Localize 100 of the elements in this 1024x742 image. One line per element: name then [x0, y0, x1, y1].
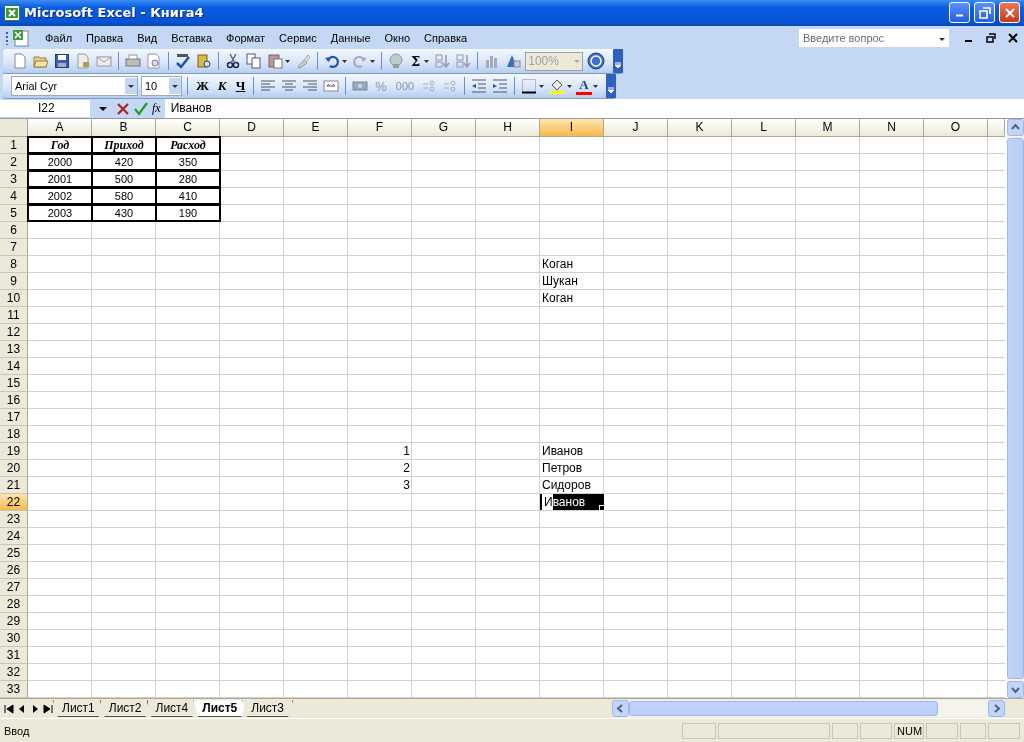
menu-item[interactable]: Данные	[323, 29, 378, 46]
row-header[interactable]: 11	[0, 307, 28, 325]
row-header[interactable]: 27	[0, 579, 28, 597]
active-cell[interactable]: Иванов	[540, 494, 604, 511]
row-header[interactable]: 30	[0, 630, 28, 648]
column-header[interactable]: G	[412, 119, 476, 138]
row-header[interactable]: 22	[0, 494, 28, 512]
row-header[interactable]: 17	[0, 409, 28, 427]
row-header[interactable]: 4	[0, 188, 28, 206]
row-header[interactable]: 6	[0, 222, 28, 240]
menu-item[interactable]: Правка	[79, 29, 131, 46]
sheet-tab[interactable]: Лист4	[146, 700, 198, 718]
paste-icon[interactable]	[267, 53, 283, 70]
scroll-up-icon[interactable]	[1007, 119, 1024, 137]
column-header[interactable]: D	[220, 119, 284, 138]
outdent-icon[interactable]	[471, 78, 488, 95]
sheet-tab[interactable]: Лист1	[53, 700, 104, 718]
check-icon[interactable]	[134, 101, 148, 116]
horizontal-scrollbar[interactable]	[612, 700, 1005, 718]
row-header[interactable]: 7	[0, 239, 28, 257]
first-sheet-icon[interactable]	[3, 702, 15, 715]
scroll-left-icon[interactable]	[612, 700, 629, 718]
indent-icon[interactable]	[492, 78, 509, 95]
save-icon[interactable]	[54, 53, 70, 70]
row-header[interactable]: 23	[0, 511, 28, 529]
column-header[interactable]: C	[156, 119, 220, 138]
menu-item[interactable]: Вид	[130, 29, 165, 46]
row-header[interactable]: 15	[0, 375, 28, 393]
row-header[interactable]: 8	[0, 256, 28, 274]
folder-icon[interactable]	[33, 53, 49, 70]
row-header[interactable]: 18	[0, 426, 28, 444]
drag-handle-icon[interactable]	[6, 29, 9, 46]
toolbar-options-icon[interactable]	[605, 74, 616, 99]
undo-icon[interactable]	[324, 53, 340, 70]
close-icon[interactable]	[1008, 32, 1018, 43]
bold-button[interactable]: Ж	[193, 78, 212, 95]
borders-icon[interactable]	[521, 78, 538, 95]
row-header[interactable]: 5	[0, 205, 28, 223]
column-header[interactable]: J	[604, 119, 668, 138]
row-header[interactable]: 10	[0, 290, 28, 308]
drawing-tools-icon[interactable]	[505, 53, 522, 70]
print-preview-icon[interactable]	[146, 53, 162, 70]
sheet-tab[interactable]: Лист3	[242, 700, 294, 718]
restore-icon[interactable]	[986, 32, 996, 43]
font-size-dropdown[interactable]: 10	[141, 76, 182, 97]
cancel-icon[interactable]	[116, 101, 130, 116]
row-header[interactable]: 13	[0, 341, 28, 359]
column-header[interactable]: L	[732, 119, 796, 138]
column-header[interactable]: K	[668, 119, 732, 138]
sheet-tab[interactable]: Лист5	[193, 700, 247, 718]
help-icon[interactable]	[587, 52, 606, 71]
column-header[interactable]: A	[28, 119, 92, 138]
print-icon[interactable]	[125, 53, 141, 70]
row-header[interactable]: 3	[0, 171, 28, 189]
hyperlink-globe-icon[interactable]	[388, 53, 404, 70]
column-header[interactable]: F	[348, 119, 412, 138]
underline-button[interactable]: Ч	[232, 78, 249, 95]
sheet-tab[interactable]: Лист2	[99, 700, 151, 718]
column-header[interactable]: O	[924, 119, 988, 138]
help-question-box[interactable]: Введите вопрос	[798, 27, 950, 48]
close-button[interactable]	[999, 2, 1020, 24]
row-header[interactable]: 31	[0, 647, 28, 665]
column-header[interactable]: H	[476, 119, 540, 138]
menu-item[interactable]: Вставка	[164, 29, 219, 46]
row-header[interactable]: 12	[0, 324, 28, 342]
menu-item[interactable]: Окно	[377, 29, 418, 46]
row-header[interactable]: 20	[0, 460, 28, 478]
column-header[interactable]: E	[284, 119, 348, 138]
row-header[interactable]: 33	[0, 681, 28, 699]
menu-item[interactable]: Справка	[417, 29, 475, 46]
workbook-icon[interactable]	[12, 28, 30, 47]
row-header[interactable]: 25	[0, 545, 28, 563]
column-header[interactable]: M	[796, 119, 860, 138]
font-color-button[interactable]: A	[576, 77, 592, 95]
italic-button[interactable]: К	[214, 78, 230, 95]
spellcheck-icon[interactable]	[175, 53, 191, 70]
row-header[interactable]: 21	[0, 477, 28, 495]
row-header[interactable]: 19	[0, 443, 28, 461]
last-sheet-icon[interactable]	[42, 702, 54, 715]
toolbar-options-icon[interactable]	[613, 49, 624, 74]
scissors-icon[interactable]	[225, 53, 241, 70]
formula-input[interactable]: Иванов	[164, 99, 1024, 119]
vertical-scrollbar[interactable]	[1007, 119, 1024, 699]
scroll-right-icon[interactable]	[988, 700, 1005, 718]
fill-bucket-icon[interactable]	[549, 78, 566, 95]
font-name-dropdown[interactable]: Arial Cyr	[11, 76, 138, 97]
autosum-button[interactable]: Σ	[408, 53, 424, 69]
copy-icon[interactable]	[246, 53, 262, 70]
row-header[interactable]: 2	[0, 154, 28, 172]
scroll-down-icon[interactable]	[1007, 681, 1024, 699]
name-box[interactable]: I22	[0, 100, 90, 118]
row-header[interactable]: 9	[0, 273, 28, 291]
restore-button[interactable]	[974, 2, 995, 24]
row-header[interactable]: 26	[0, 562, 28, 580]
row-header[interactable]: 28	[0, 596, 28, 614]
row-header[interactable]: 32	[0, 664, 28, 682]
insert-function-button[interactable]: fx	[152, 101, 161, 117]
menu-item[interactable]: Формат	[219, 29, 273, 46]
column-header[interactable]: B	[92, 119, 156, 138]
menu-item[interactable]: Сервис	[272, 29, 324, 46]
